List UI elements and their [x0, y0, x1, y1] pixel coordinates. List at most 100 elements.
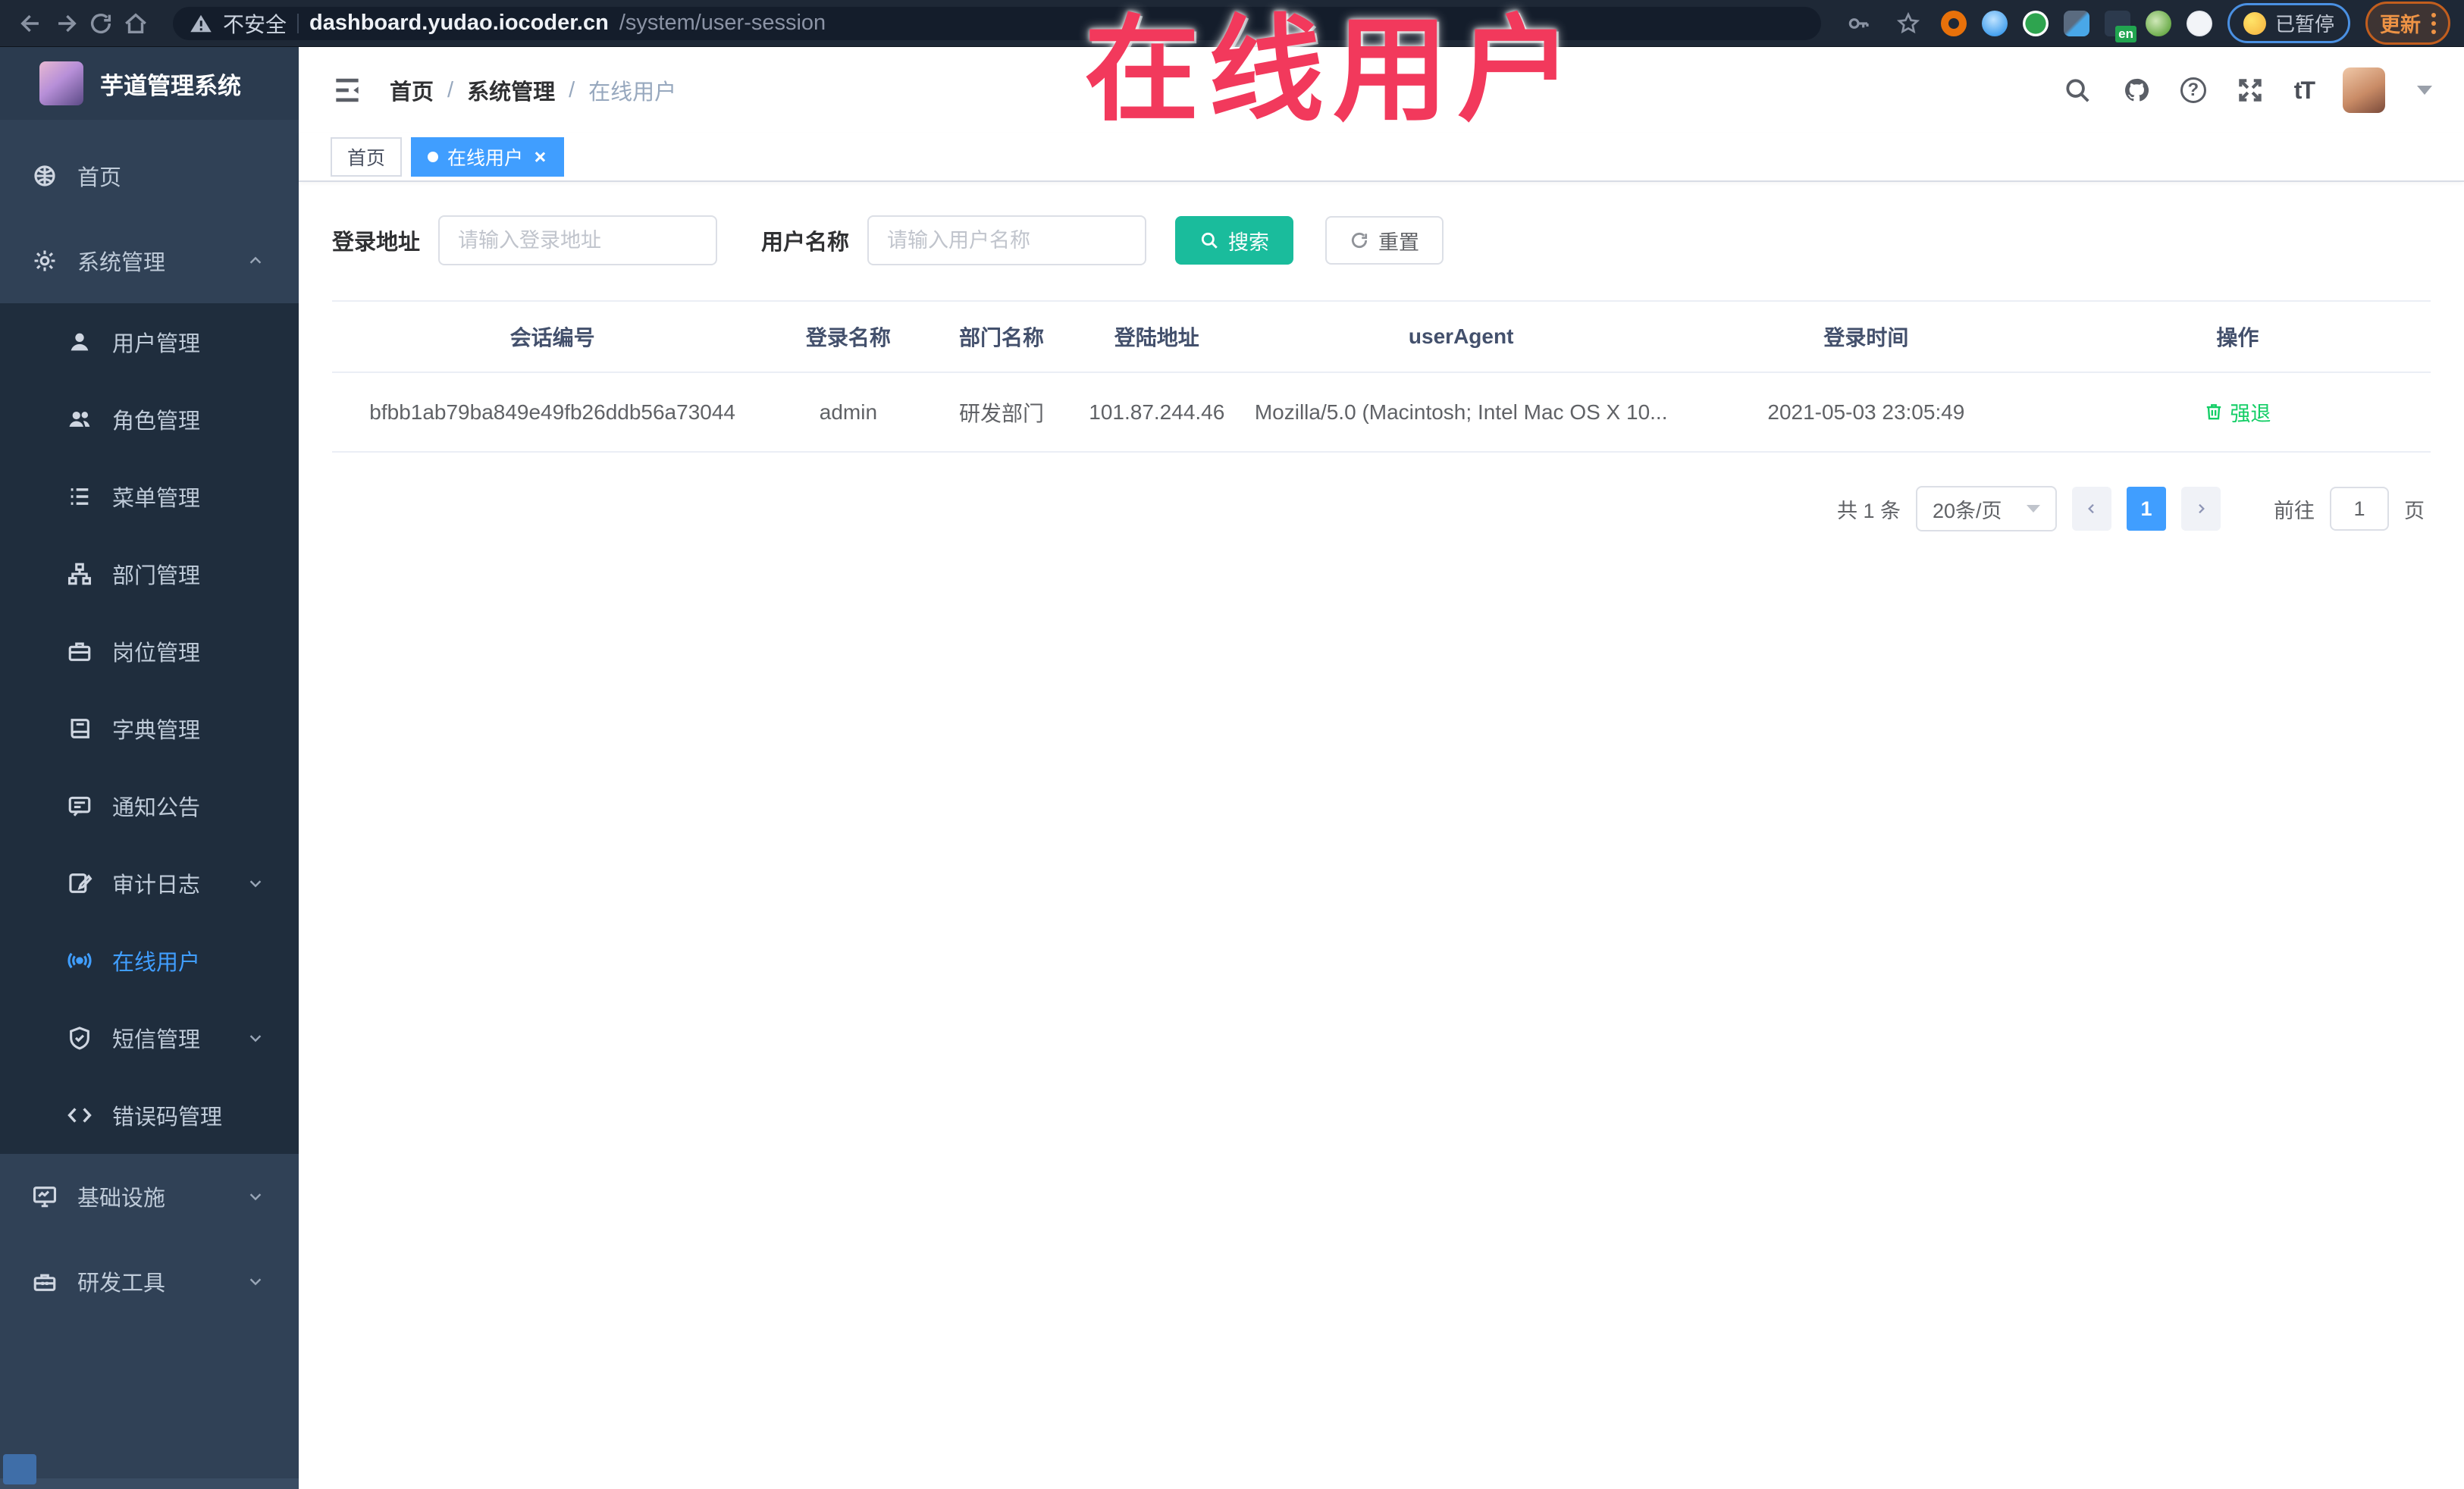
- reset-button-icon: [1352, 232, 1368, 249]
- breadcrumb-current: 在线用户: [588, 80, 677, 105]
- search-button-label: 搜索: [1228, 230, 1270, 254]
- sidebar-item-label: 用户管理: [112, 332, 201, 356]
- login-address-input[interactable]: [438, 215, 718, 265]
- prev-page-button[interactable]: [2072, 487, 2111, 531]
- search-button[interactable]: 搜索: [1175, 216, 1294, 265]
- table-row: bfbb1ab79ba849e49fb26ddb56a73044 admin 研…: [332, 372, 2431, 453]
- sidebar-item-dict-mgmt[interactable]: 字典管理: [0, 690, 299, 767]
- sidebar-submenu-system: 用户管理 角色管理 菜单管理 部门管理 岗位管理 字典管理 通知公告 审计日志 …: [0, 303, 299, 1154]
- username-label: 用户名称: [761, 230, 850, 255]
- goto-label: 前往: [2274, 499, 2315, 522]
- extension-green-leaf-icon[interactable]: [2145, 10, 2171, 36]
- sidebar: 芋道管理系统 首页 系统管理 用户管理 角色管理 菜单管理 部门管理 岗位管理 …: [0, 47, 299, 1489]
- browser-back-icon[interactable]: [14, 6, 49, 41]
- sidebar-item-sms-mgmt[interactable]: 短信管理: [0, 999, 299, 1077]
- sidebar-scroll-thumb[interactable]: [3, 1454, 36, 1484]
- browser-update-button[interactable]: 更新: [2365, 2, 2450, 45]
- browser-forward-icon[interactable]: [49, 6, 83, 41]
- breadcrumb-separator: /: [447, 77, 454, 102]
- app-logo-row[interactable]: 芋道管理系统: [0, 47, 299, 120]
- key-icon[interactable]: [1841, 6, 1876, 41]
- username-input[interactable]: [867, 215, 1147, 265]
- collapse-sidebar-icon[interactable]: [331, 74, 364, 107]
- extension-puzzle-icon[interactable]: [2186, 10, 2212, 36]
- home-icon: [34, 165, 55, 187]
- tag-home[interactable]: 首页: [331, 137, 403, 177]
- extension-gray-blue-icon[interactable]: [2063, 10, 2089, 36]
- user-avatar[interactable]: [2343, 67, 2385, 113]
- sidebar-item-label: 字典管理: [112, 719, 201, 743]
- shield-check-icon: [70, 1027, 89, 1050]
- browser-reload-icon[interactable]: [83, 6, 118, 41]
- sidebar-item-dev-tools[interactable]: 研发工具: [0, 1239, 299, 1324]
- sidebar-item-label: 首页: [77, 166, 122, 190]
- browser-home-icon[interactable]: [118, 6, 153, 41]
- pagination-total: 共 1 条: [1836, 499, 1901, 522]
- fullscreen-icon[interactable]: [2235, 75, 2265, 105]
- search-icon[interactable]: [2062, 75, 2093, 105]
- sidebar-item-post-mgmt[interactable]: 岗位管理: [0, 613, 299, 690]
- filter-bar: 登录地址 用户名称 搜索 重置: [332, 215, 2431, 265]
- login-address-label: 登录地址: [332, 230, 421, 255]
- github-icon[interactable]: [2121, 75, 2152, 105]
- address-divider: [297, 13, 299, 33]
- browser-chrome: 不安全 dashboard.yudao.iocoder.cn /system/u…: [0, 0, 2464, 47]
- next-page-button[interactable]: [2181, 487, 2221, 531]
- profile-paused-badge[interactable]: 已暂停: [2227, 3, 2350, 43]
- page-number-current[interactable]: 1: [2127, 487, 2166, 531]
- browser-menu-icon[interactable]: [2431, 12, 2436, 34]
- sidebar-item-audit-log[interactable]: 审计日志: [0, 845, 299, 922]
- extension-en-badge: en: [2115, 25, 2136, 42]
- avatar-caret-icon[interactable]: [2417, 86, 2432, 95]
- extension-green-circle-icon[interactable]: [2022, 10, 2049, 36]
- close-tag-icon[interactable]: [532, 149, 547, 165]
- page-size-select[interactable]: 20条/页: [1916, 486, 2057, 532]
- chevron-down-icon: [249, 1193, 262, 1201]
- help-icon[interactable]: ?: [2180, 77, 2206, 103]
- sidebar-item-user-mgmt[interactable]: 用户管理: [0, 303, 299, 381]
- page-size-value: 20条/页: [1933, 499, 2002, 522]
- chevron-down-icon: [249, 1035, 262, 1042]
- security-warning-label: 不安全: [223, 12, 287, 36]
- sidebar-item-errorcode-mgmt[interactable]: 错误码管理: [0, 1077, 299, 1154]
- sidebar-item-menu-mgmt[interactable]: 菜单管理: [0, 458, 299, 535]
- extension-orange-icon[interactable]: [1940, 10, 1967, 36]
- emoji-face-icon: [2243, 11, 2266, 35]
- list-icon: [71, 488, 89, 505]
- col-login-time: 登录时间: [1688, 300, 2045, 373]
- breadcrumb-home[interactable]: 首页: [390, 74, 434, 106]
- sidebar-item-infrastructure[interactable]: 基础设施: [0, 1154, 299, 1239]
- sidebar-item-dept-mgmt[interactable]: 部门管理: [0, 535, 299, 613]
- page-unit-label: 页: [2404, 499, 2425, 522]
- chevron-right-icon: [2199, 504, 2205, 514]
- sidebar-item-online-users[interactable]: 在线用户: [0, 922, 299, 999]
- goto-page-input[interactable]: [2330, 487, 2389, 531]
- cell-dept-name: 研发部门: [923, 372, 1080, 453]
- tag-online-users[interactable]: 在线用户: [411, 137, 565, 177]
- font-size-icon[interactable]: tT: [2294, 77, 2315, 105]
- sidebar-item-label: 研发工具: [77, 1271, 166, 1296]
- app-logo: [39, 61, 83, 105]
- sidebar-item-system-mgmt[interactable]: 系统管理: [0, 218, 299, 303]
- reset-button[interactable]: 重置: [1325, 216, 1444, 265]
- user-icon: [71, 333, 89, 351]
- sidebar-item-notice[interactable]: 通知公告: [0, 767, 299, 845]
- col-session-id: 会话编号: [332, 300, 773, 373]
- breadcrumb-system[interactable]: 系统管理: [467, 74, 555, 106]
- select-chevron-icon: [2027, 505, 2040, 513]
- bookmark-star-icon[interactable]: [1891, 6, 1926, 41]
- extension-blue-drop-icon[interactable]: [1981, 10, 2008, 36]
- sidebar-item-home[interactable]: 首页: [0, 133, 299, 218]
- address-bar[interactable]: 不安全 dashboard.yudao.iocoder.cn /system/u…: [173, 6, 1821, 40]
- cell-login-time: 2021-05-03 23:05:49: [1688, 372, 2045, 453]
- force-logout-button[interactable]: 强退: [2204, 397, 2271, 427]
- chevron-down-icon: [249, 1278, 262, 1286]
- sidebar-item-label: 短信管理: [112, 1028, 201, 1052]
- extension-translate-icon[interactable]: en: [2104, 10, 2136, 42]
- gear-icon: [34, 250, 55, 271]
- chevron-down-icon: [249, 880, 262, 888]
- sidebar-item-role-mgmt[interactable]: 角色管理: [0, 381, 299, 458]
- sidebar-item-label: 部门管理: [112, 564, 201, 588]
- app-title: 芋道管理系统: [100, 72, 241, 99]
- col-actions: 操作: [2044, 300, 2431, 373]
